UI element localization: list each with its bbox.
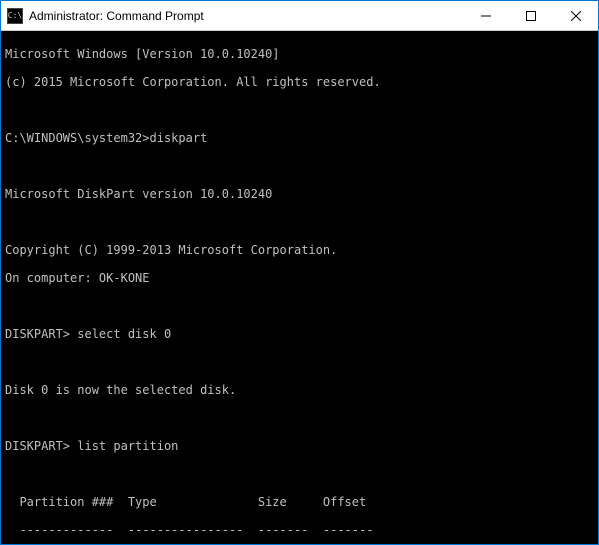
maximize-button[interactable] [508, 1, 553, 30]
prompt-path: C:\WINDOWS\system32> [5, 131, 150, 145]
close-button[interactable] [553, 1, 598, 30]
banner-line: Microsoft Windows [Version 10.0.10240] [5, 47, 594, 61]
diskpart-version: Microsoft DiskPart version 10.0.10240 [5, 187, 594, 201]
window-titlebar: C:\ Administrator: Command Prompt [1, 1, 598, 31]
diskpart-prompt: DISKPART> [5, 327, 77, 341]
minimize-button[interactable] [463, 1, 508, 30]
terminal-output[interactable]: Microsoft Windows [Version 10.0.10240] (… [1, 31, 598, 544]
command-text: diskpart [150, 131, 208, 145]
window-title: Administrator: Command Prompt [29, 9, 204, 23]
command-text: select disk 0 [77, 327, 171, 341]
partition-table-divider: ------------- ---------------- ------- -… [5, 523, 594, 537]
select-result: Disk 0 is now the selected disk. [5, 383, 594, 397]
command-text: list partition [77, 439, 178, 453]
partition-table-header: Partition ### Type Size Offset [5, 495, 594, 509]
cmd-icon: C:\ [7, 8, 23, 24]
diskpart-computer: On computer: OK-KONE [5, 271, 594, 285]
diskpart-copyright: Copyright (C) 1999-2013 Microsoft Corpor… [5, 243, 594, 257]
diskpart-prompt: DISKPART> [5, 439, 77, 453]
banner-line: (c) 2015 Microsoft Corporation. All righ… [5, 75, 594, 89]
